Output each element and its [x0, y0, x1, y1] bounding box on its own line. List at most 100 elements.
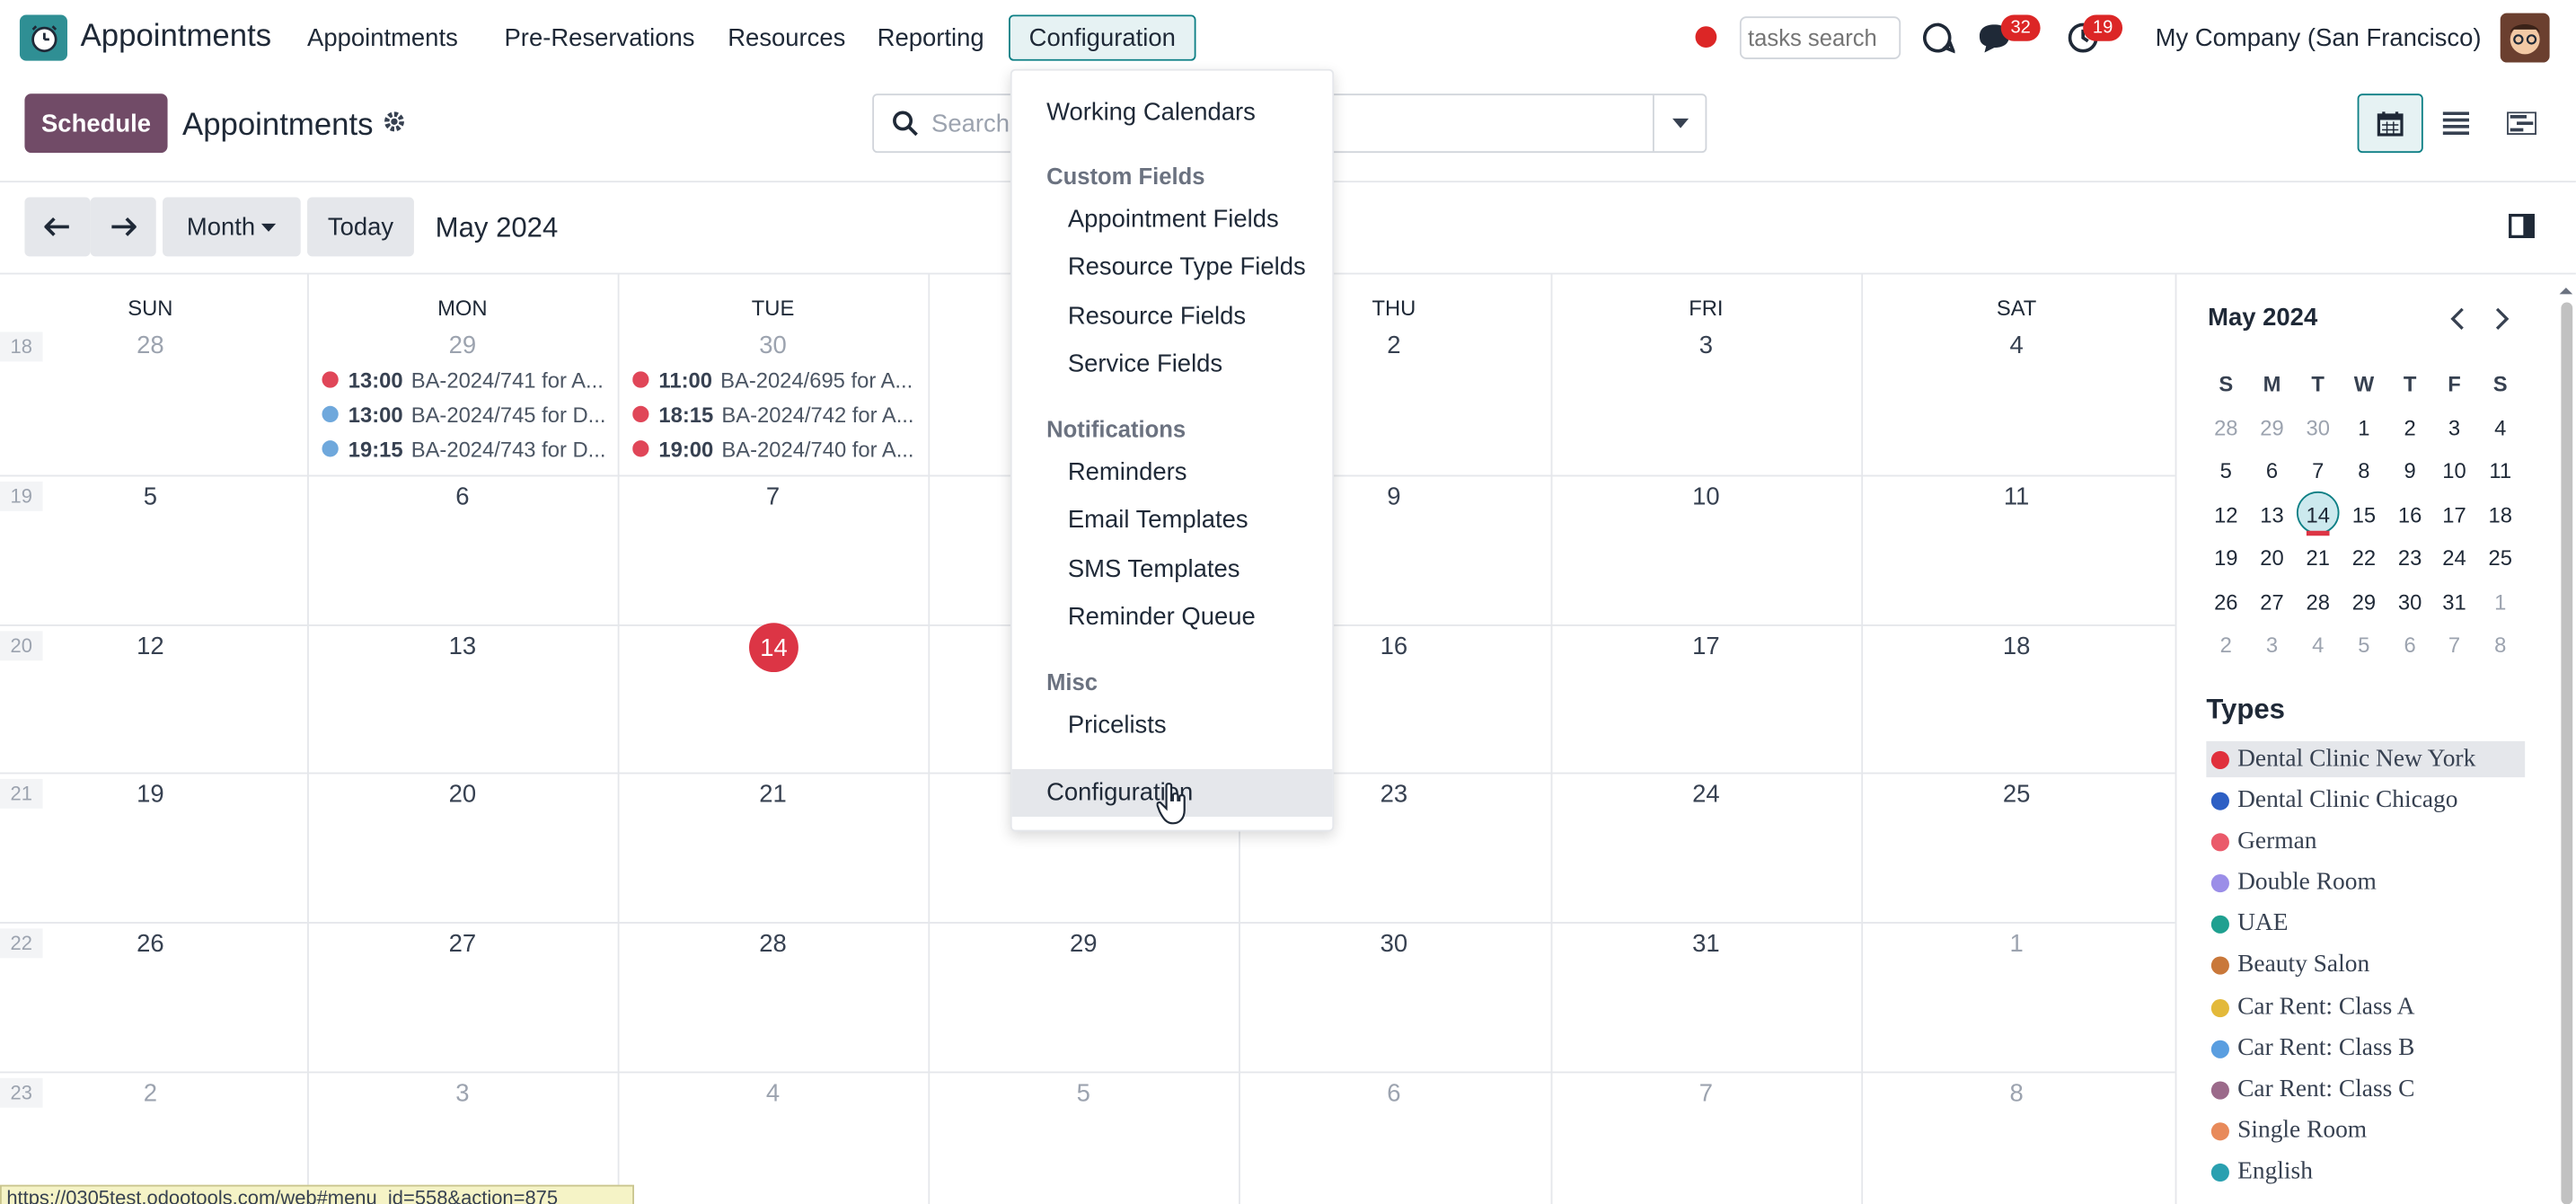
day-cell[interactable]: 18: [1861, 633, 2172, 660]
type-filter-item[interactable]: English: [2206, 1154, 2525, 1190]
scrollbar-thumb[interactable]: [2561, 302, 2573, 1204]
mini-day[interactable]: 4: [2295, 633, 2341, 657]
mini-day[interactable]: 5: [2341, 633, 2386, 657]
user-avatar[interactable]: [2500, 13, 2550, 63]
type-filter-item[interactable]: Single Room: [2206, 1112, 2525, 1148]
day-cell[interactable]: 7: [1551, 1080, 1862, 1108]
type-filter-item[interactable]: Double Room: [2206, 864, 2525, 900]
day-cell[interactable]: 10: [1551, 483, 1862, 511]
menu-item-resource-fields[interactable]: Resource Fields: [1012, 293, 1333, 339]
day-cell[interactable]: 29: [928, 930, 1239, 958]
today-button[interactable]: Today: [307, 197, 414, 257]
mini-day[interactable]: 16: [2387, 503, 2433, 527]
mini-day[interactable]: 2: [2387, 416, 2433, 440]
mini-day[interactable]: 4: [2477, 416, 2523, 440]
mini-day[interactable]: 7: [2431, 633, 2477, 657]
day-cell[interactable]: 28: [618, 930, 929, 958]
mini-day[interactable]: 19: [2203, 545, 2249, 570]
day-cell[interactable]: 17: [1551, 633, 1862, 660]
tasks-search-input[interactable]: [1739, 16, 1901, 59]
search-options-toggle[interactable]: [1652, 95, 1706, 152]
mini-day[interactable]: 26: [2203, 590, 2249, 615]
menu-item-working-calendars[interactable]: Working Calendars: [1012, 89, 1333, 135]
day-cell[interactable]: 27: [307, 930, 618, 958]
calendar-event[interactable]: 11:00 BA-2024/695 for A...: [632, 365, 918, 394]
mini-day[interactable]: 12: [2203, 503, 2249, 527]
type-filter-item[interactable]: German: [2206, 823, 2525, 859]
calendar-event[interactable]: 19:00 BA-2024/740 for A...: [632, 434, 918, 464]
mini-day[interactable]: 21: [2295, 545, 2341, 570]
menu-pre-reservations[interactable]: Pre-Reservations: [505, 24, 695, 52]
gantt-view-button[interactable]: [2489, 93, 2554, 153]
calendar-event[interactable]: 18:15 BA-2024/742 for A...: [632, 399, 918, 429]
day-cell[interactable]: 11: [1861, 483, 2172, 511]
day-cell[interactable]: 8: [1861, 1080, 2172, 1108]
type-filter-item[interactable]: Dental Clinic Chicago: [2206, 783, 2525, 819]
mini-day[interactable]: 9: [2387, 458, 2433, 482]
calendar-event[interactable]: 19:15 BA-2024/743 for D...: [322, 434, 607, 464]
record-indicator[interactable]: [1695, 26, 1717, 49]
type-filter-item[interactable]: Car Rent: Class C: [2206, 1072, 2525, 1108]
mini-day[interactable]: 10: [2431, 458, 2477, 482]
day-cell[interactable]: 26: [0, 930, 305, 958]
mini-day[interactable]: 18: [2477, 503, 2523, 527]
previous-button[interactable]: [24, 197, 91, 257]
mini-day[interactable]: 29: [2249, 416, 2295, 440]
calendar-event[interactable]: 13:00 BA-2024/745 for D...: [322, 399, 607, 429]
mini-day[interactable]: 8: [2341, 458, 2386, 482]
gear-icon[interactable]: [383, 111, 406, 142]
day-cell[interactable]: 28: [0, 332, 305, 359]
mini-day[interactable]: 24: [2431, 545, 2477, 570]
mini-day[interactable]: 7: [2295, 458, 2341, 482]
mini-day[interactable]: 20: [2249, 545, 2295, 570]
mini-day[interactable]: 22: [2341, 545, 2386, 570]
day-cell[interactable]: 6: [307, 483, 618, 511]
mini-day[interactable]: 28: [2295, 590, 2341, 615]
menu-resources[interactable]: Resources: [728, 24, 845, 52]
day-cell[interactable]: 5: [0, 483, 305, 511]
mini-day[interactable]: 2: [2203, 633, 2249, 657]
day-cell[interactable]: 12: [0, 633, 305, 660]
menu-item-pricelists[interactable]: Pricelists: [1012, 702, 1333, 748]
scale-dropdown[interactable]: Month: [163, 197, 301, 257]
day-cell[interactable]: 3: [1551, 332, 1862, 359]
mini-day[interactable]: 29: [2341, 590, 2386, 615]
mini-day[interactable]: 14: [2295, 503, 2341, 527]
mini-day[interactable]: 30: [2387, 590, 2433, 615]
day-cell[interactable]: 24: [1551, 781, 1862, 809]
app-logo-icon[interactable]: [19, 14, 67, 61]
day-cell[interactable]: 20: [307, 781, 618, 809]
type-filter-item[interactable]: UAE: [2206, 906, 2525, 942]
app-name[interactable]: Appointments: [81, 20, 272, 56]
day-cell[interactable]: 5: [928, 1080, 1239, 1108]
type-filter-item[interactable]: Dental Clinic New York: [2206, 740, 2526, 778]
day-cell[interactable]: 4: [618, 1080, 929, 1108]
day-cell[interactable]: 6: [1239, 1080, 1549, 1108]
mini-day[interactable]: 1: [2341, 416, 2386, 440]
menu-appointments[interactable]: Appointments: [307, 24, 458, 52]
type-filter-item[interactable]: Car Rent: Class A: [2206, 989, 2525, 1025]
day-cell[interactable]: 7: [618, 483, 929, 511]
day-cell[interactable]: 21: [618, 781, 929, 809]
mini-day[interactable]: 3: [2431, 416, 2477, 440]
day-cell[interactable]: 25: [1861, 781, 2172, 809]
schedule-button[interactable]: Schedule: [24, 93, 168, 154]
mini-day[interactable]: 15: [2341, 503, 2386, 527]
menu-item-reminder-queue[interactable]: Reminder Queue: [1012, 593, 1333, 639]
day-cell[interactable]: 31: [1551, 930, 1862, 958]
mini-day[interactable]: 27: [2249, 590, 2295, 615]
mini-day[interactable]: 31: [2431, 590, 2477, 615]
today-marker[interactable]: 14: [749, 623, 798, 673]
calendar-view-button[interactable]: [2357, 93, 2423, 154]
mini-day[interactable]: 8: [2477, 633, 2523, 657]
odoobot-icon[interactable]: [1920, 22, 1956, 55]
mini-day[interactable]: 3: [2249, 633, 2295, 657]
mini-day[interactable]: 5: [2203, 458, 2249, 482]
sidebar-scrollbar[interactable]: [2556, 279, 2576, 1204]
type-filter-item[interactable]: Car Rent: Class B: [2206, 1031, 2525, 1067]
mini-day[interactable]: 30: [2295, 416, 2341, 440]
mini-day[interactable]: 28: [2203, 416, 2249, 440]
day-cell[interactable]: 29: [307, 332, 618, 359]
mini-day[interactable]: 13: [2249, 503, 2295, 527]
menu-item-resource-type-fields[interactable]: Resource Type Fields: [1012, 243, 1333, 289]
